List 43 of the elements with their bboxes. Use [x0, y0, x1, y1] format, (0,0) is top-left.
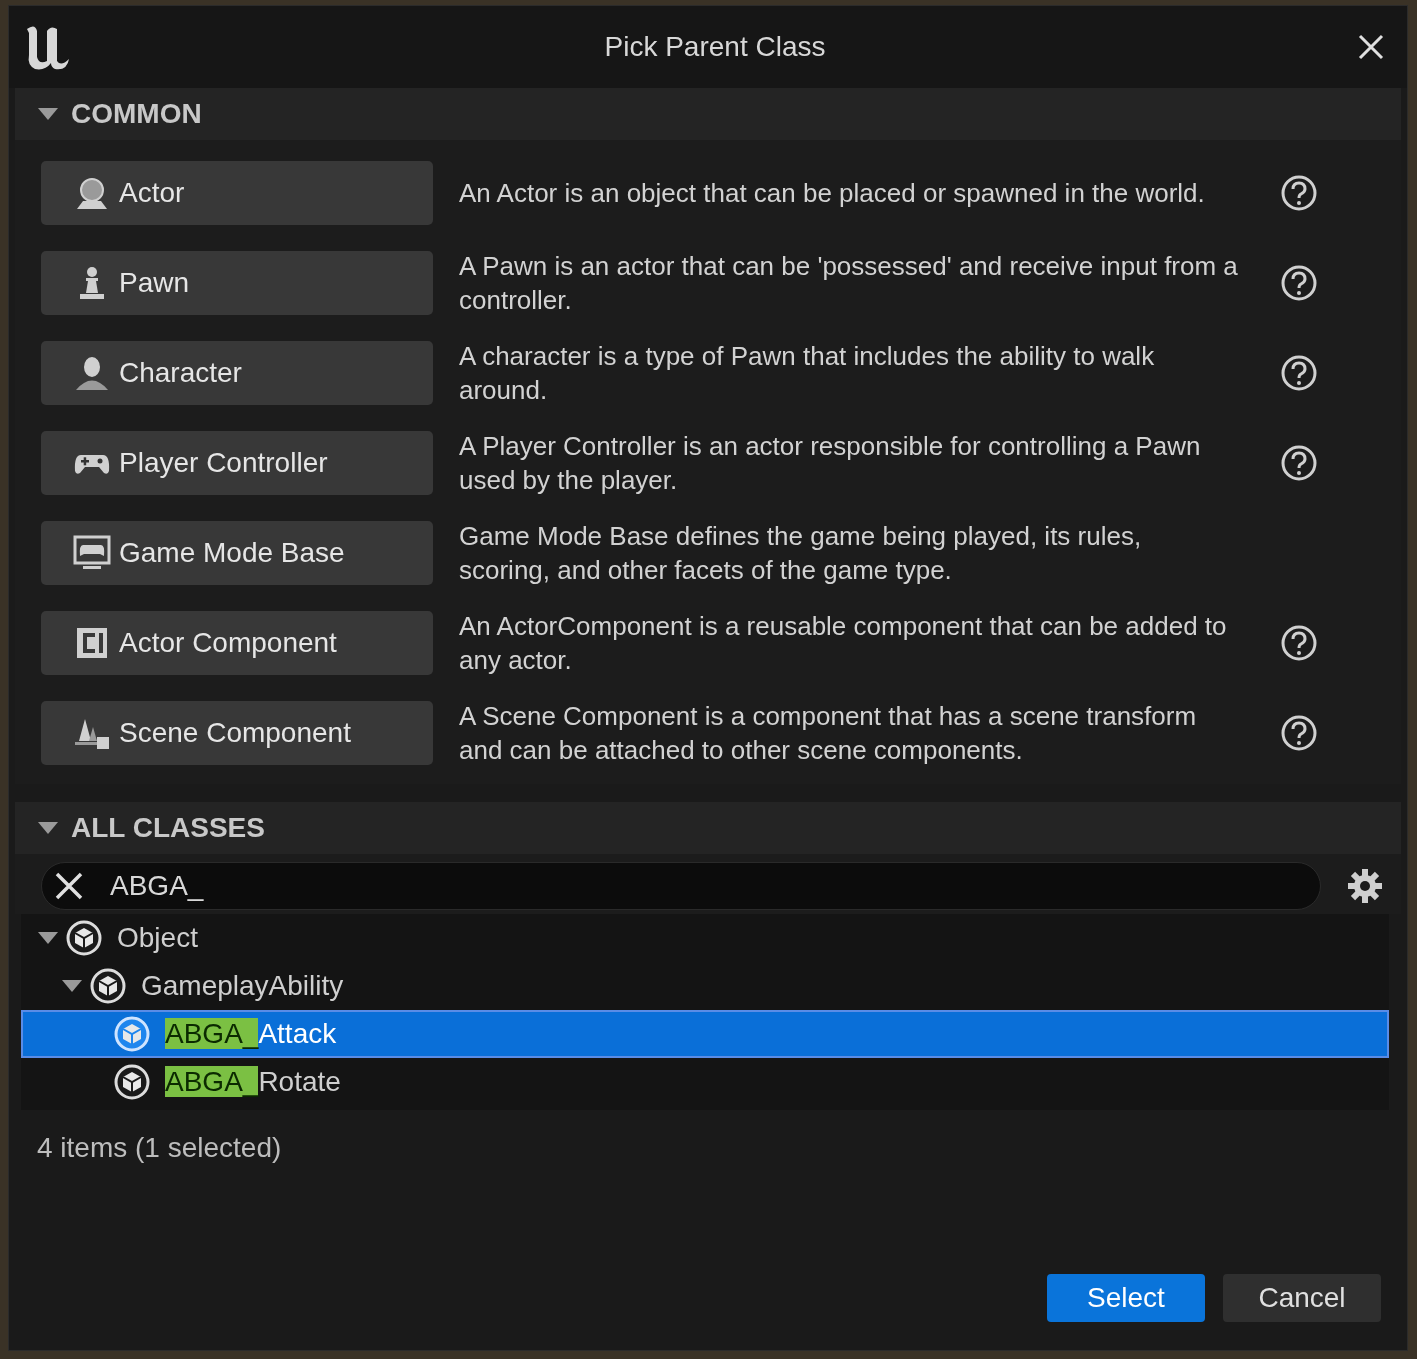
settings-icon[interactable]: [1347, 868, 1383, 904]
class-description: An ActorComponent is a reusable component that can be added to any actor.: [459, 610, 1228, 677]
class-button[interactable]: Character: [41, 341, 433, 405]
person-bust-icon: [73, 355, 111, 391]
section-title: COMMON: [71, 98, 202, 130]
class-description: A character is a type of Pawn that includes the ability to walk around.: [459, 340, 1156, 407]
class-description: A Scene Component is a component that has a scene transform and can be attached to other scene components.: [459, 700, 1198, 767]
class-button[interactable]: Actor Component: [41, 611, 433, 675]
cube-icon: [113, 1015, 151, 1053]
class-button[interactable]: Game Mode Base: [41, 521, 433, 585]
window-title: Pick Parent Class: [604, 31, 826, 63]
class-name: GameplayAbility: [141, 970, 344, 1002]
help-icon[interactable]: [1280, 444, 1318, 482]
help-icon[interactable]: [1280, 354, 1318, 392]
help-icon[interactable]: [1280, 624, 1318, 662]
class-description: A Pawn is an actor that can be 'possessed' and receive input from a controller.: [459, 250, 1239, 317]
cube-icon: [65, 919, 103, 957]
expand-arrow-icon[interactable]: [61, 979, 83, 993]
search-field[interactable]: ABGA_: [41, 862, 1321, 910]
class-button[interactable]: Player Controller: [41, 431, 433, 495]
help-icon[interactable]: [1280, 174, 1318, 212]
clear-icon[interactable]: [54, 871, 84, 901]
help-icon[interactable]: [1280, 264, 1318, 302]
class-button[interactable]: Scene Component: [41, 701, 433, 765]
collapse-arrow-icon[interactable]: [37, 821, 59, 835]
dialog-button[interactable]: Select: [1047, 1274, 1205, 1322]
class-button[interactable]: Actor: [41, 161, 433, 225]
class-description: An Actor is an object that can be placed or spawned in the world.: [459, 177, 1206, 210]
monitor-gamepad-icon: [73, 535, 111, 571]
section-title: ALL CLASSES: [71, 812, 265, 844]
class-name: Object: [117, 922, 198, 954]
class-tree-row[interactable]: Object: [21, 914, 1389, 962]
class-description: Game Mode Base defines the game being played, its rules, scoring, and other facets of the game type.: [459, 520, 1143, 587]
expand-arrow-icon[interactable]: [37, 931, 59, 945]
dialog-button[interactable]: Cancel: [1223, 1274, 1381, 1322]
cube-icon: [113, 1063, 151, 1101]
cube-icon: [89, 967, 127, 1005]
class-tree-row[interactable]: GameplayAbility: [21, 962, 1389, 1010]
collapse-arrow-icon[interactable]: [37, 107, 59, 121]
class-description: A Player Controller is an actor responsible for controlling a Pawn used by the player.: [459, 430, 1202, 497]
help-icon[interactable]: [1280, 714, 1318, 752]
item-count: 4 items (1 selected): [36, 1131, 283, 1164]
class-button[interactable]: Pawn: [41, 251, 433, 315]
